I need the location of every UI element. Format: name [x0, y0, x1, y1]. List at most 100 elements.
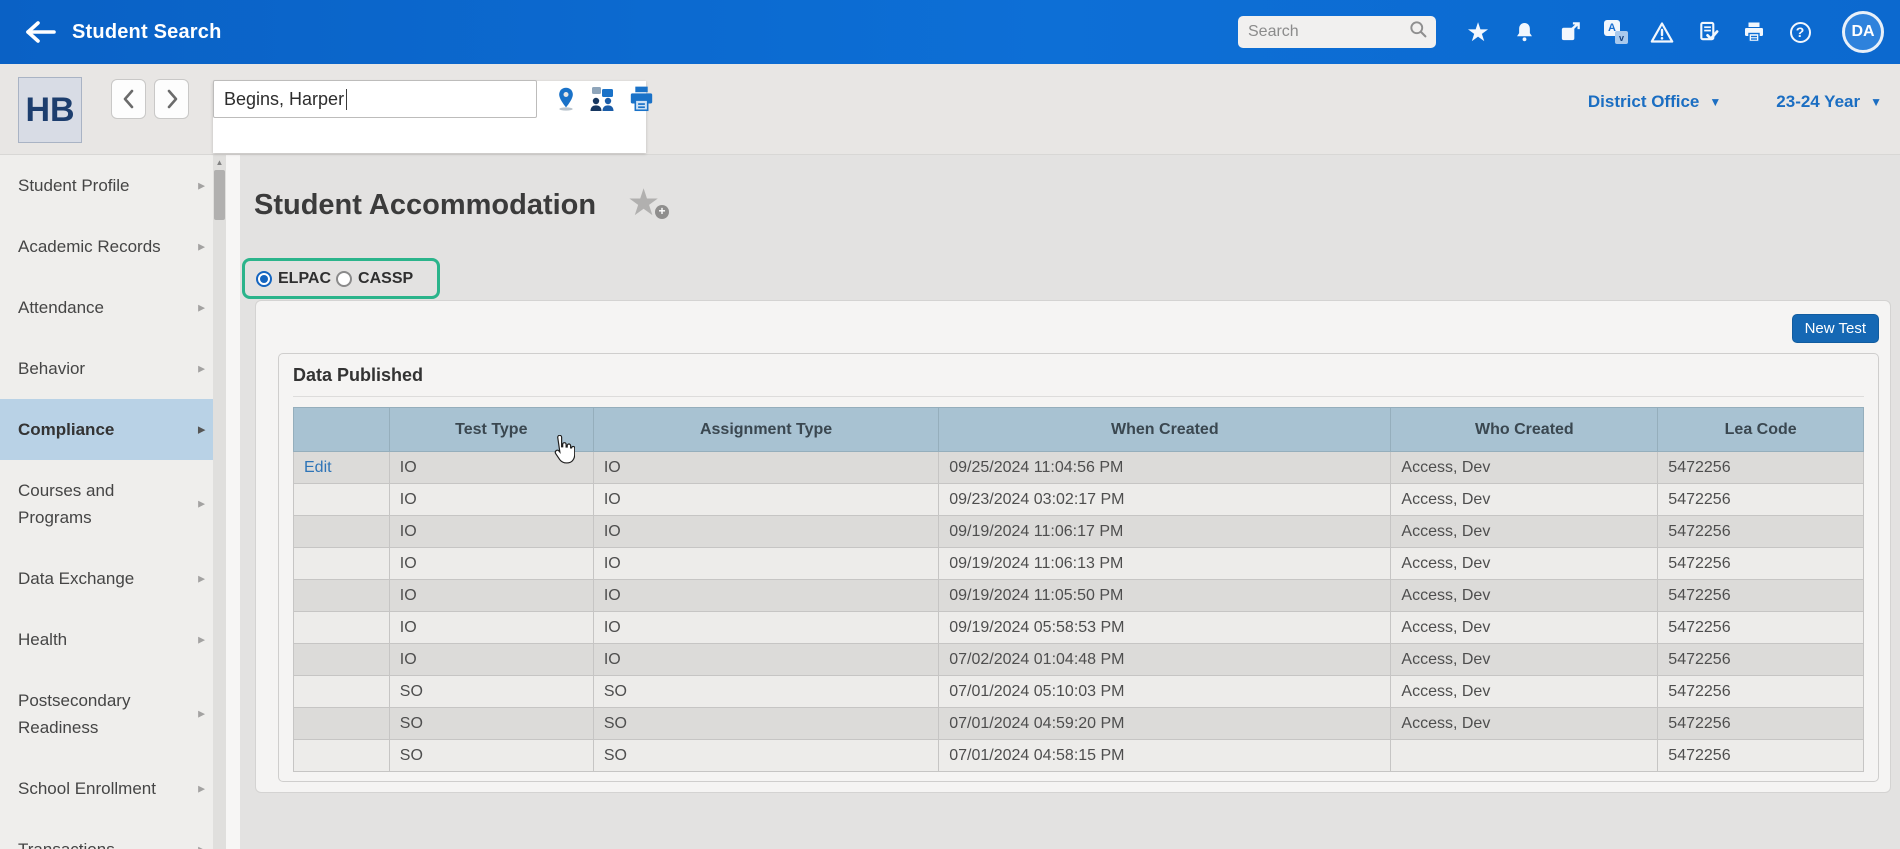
lea-code-cell: 5472256: [1658, 676, 1864, 708]
print-icon[interactable]: [1742, 19, 1766, 45]
column-header-assignment-type[interactable]: Assignment Type: [593, 408, 938, 452]
text-caret: [346, 89, 347, 110]
who-created-cell: Access, Dev: [1391, 580, 1658, 612]
content-gutter: [226, 155, 240, 849]
global-search-input[interactable]: [1248, 23, 1409, 41]
when-created-cell: 07/01/2024 04:59:20 PM: [939, 708, 1391, 740]
test-type-cell: IO: [389, 516, 593, 548]
chevron-right-icon: ▶: [198, 233, 205, 260]
user-avatar[interactable]: DA: [1842, 11, 1884, 53]
lea-code-cell: 5472256: [1658, 612, 1864, 644]
screen: Student Search ★: [0, 0, 1900, 849]
sidebar-item-courses-and-programs[interactable]: Courses and Programs ▶: [0, 460, 213, 548]
lea-code-cell: 5472256: [1658, 516, 1864, 548]
help-icon[interactable]: ?: [1788, 19, 1812, 45]
back-arrow-icon[interactable]: [22, 19, 58, 45]
assignment-type-cell: SO: [593, 676, 938, 708]
action-cell: [294, 676, 390, 708]
sidebar-item-health[interactable]: Health▶: [0, 609, 213, 670]
radio-option-cassp[interactable]: CASSP: [336, 270, 413, 288]
student-name-input[interactable]: Begins, Harper: [213, 80, 537, 118]
verify-document-icon[interactable]: [1696, 19, 1720, 45]
action-cell: [294, 548, 390, 580]
student-initials-tile: HB: [18, 77, 82, 143]
action-cell: Edit: [294, 452, 390, 484]
sidebar-item-behavior[interactable]: Behavior▶: [0, 338, 213, 399]
assignment-type-cell: IO: [593, 516, 938, 548]
test-type-radio-group: ELPAC CASSP: [242, 258, 440, 299]
when-created-cell: 09/19/2024 05:58:53 PM: [939, 612, 1391, 644]
column-header-test-type[interactable]: Test Type: [389, 408, 593, 452]
radio-option-elpac[interactable]: ELPAC: [256, 270, 331, 288]
sidebar-item-postsecondary-readiness[interactable]: Postsecondary Readiness▶: [0, 670, 213, 758]
sidebar-item-label: Attendance: [18, 294, 187, 321]
action-cell: [294, 484, 390, 516]
sidebar-item-student-profile[interactable]: Student Profile▶: [0, 155, 213, 216]
table-row: IOIO09/19/2024 05:58:53 PMAccess, Dev547…: [294, 612, 1864, 644]
lea-code-cell: 5472256: [1658, 580, 1864, 612]
sidebar-item-compliance[interactable]: Compliance▶: [0, 399, 213, 460]
school-selector[interactable]: District Office ▼: [1588, 92, 1721, 112]
chevron-down-icon: ▼: [1709, 95, 1721, 109]
print-student-icon[interactable]: [628, 86, 655, 117]
assignment-type-cell: SO: [593, 708, 938, 740]
test-type-cell: IO: [389, 548, 593, 580]
sidebar-item-label: Courses and Programs: [18, 477, 187, 531]
chevron-right-icon: ▶: [198, 491, 205, 518]
action-cell: [294, 644, 390, 676]
test-type-cell: IO: [389, 580, 593, 612]
radio-unselected-icon[interactable]: [336, 271, 352, 287]
notifications-bell-icon[interactable]: [1512, 19, 1536, 45]
when-created-cell: 09/19/2024 11:06:17 PM: [939, 516, 1391, 548]
data-published-table: Test TypeAssignment TypeWhen CreatedWho …: [293, 407, 1864, 772]
who-created-cell: Access, Dev: [1391, 484, 1658, 516]
sidebar-nav: Student Profile▶Academic Records▶Attenda…: [0, 155, 226, 849]
sidebar-item-label: Transactions: [18, 836, 187, 849]
who-created-cell: Access, Dev: [1391, 644, 1658, 676]
app-title: Student Search: [72, 21, 222, 44]
global-search[interactable]: [1238, 16, 1436, 48]
when-created-cell: 09/25/2024 11:04:56 PM: [939, 452, 1391, 484]
test-type-cell: SO: [389, 676, 593, 708]
sidebar-item-data-exchange[interactable]: Data Exchange▶: [0, 548, 213, 609]
table-row: SOSO07/01/2024 04:59:20 PMAccess, Dev547…: [294, 708, 1864, 740]
new-test-button[interactable]: New Test: [1792, 314, 1879, 343]
year-selector[interactable]: 23-24 Year ▼: [1776, 92, 1882, 112]
action-cell: [294, 612, 390, 644]
scrollbar-thumb[interactable]: [214, 170, 225, 220]
action-cell: [294, 580, 390, 612]
who-created-cell: Access, Dev: [1391, 548, 1658, 580]
edit-link[interactable]: Edit: [304, 459, 332, 476]
divider: [293, 396, 1864, 397]
column-header-when-created[interactable]: When Created: [939, 408, 1391, 452]
student-groups-icon[interactable]: [588, 86, 616, 117]
sidebar-scrollbar[interactable]: ▲: [213, 155, 226, 849]
sidebar-item-school-enrollment[interactable]: School Enrollment▶: [0, 758, 213, 819]
sidebar-item-attendance[interactable]: Attendance▶: [0, 277, 213, 338]
when-created-cell: 09/23/2024 03:02:17 PM: [939, 484, 1391, 516]
translate-icon[interactable]: A v: [1604, 19, 1628, 45]
add-favorite-star-icon[interactable]: ★ +: [627, 183, 667, 223]
next-student-button[interactable]: [154, 79, 189, 119]
assignment-type-cell: IO: [593, 452, 938, 484]
radio-selected-icon[interactable]: [256, 271, 272, 287]
sidebar-item-academic-records[interactable]: Academic Records▶: [0, 216, 213, 277]
when-created-cell: 07/02/2024 01:04:48 PM: [939, 644, 1391, 676]
radio-label: CASSP: [358, 270, 413, 288]
compose-window-icon[interactable]: [1558, 19, 1582, 45]
alerts-warning-icon[interactable]: [1650, 19, 1674, 45]
who-created-cell: Access, Dev: [1391, 612, 1658, 644]
column-header-lea-code[interactable]: Lea Code: [1658, 408, 1864, 452]
column-header-actions[interactable]: [294, 408, 390, 452]
location-pin-icon[interactable]: [556, 86, 576, 117]
translate-b-glyph: v: [1615, 31, 1628, 44]
assignment-type-cell: SO: [593, 740, 938, 772]
column-header-who-created[interactable]: Who Created: [1391, 408, 1658, 452]
action-cell: [294, 740, 390, 772]
table-row: IOIO09/19/2024 11:05:50 PMAccess, Dev547…: [294, 580, 1864, 612]
scroll-up-icon[interactable]: ▲: [213, 155, 226, 167]
chevron-right-icon: ▶: [198, 836, 205, 849]
sidebar-item-transactions[interactable]: Transactions ▶: [0, 819, 213, 849]
previous-student-button[interactable]: [111, 79, 146, 119]
favorites-star-icon[interactable]: ★: [1466, 19, 1490, 45]
